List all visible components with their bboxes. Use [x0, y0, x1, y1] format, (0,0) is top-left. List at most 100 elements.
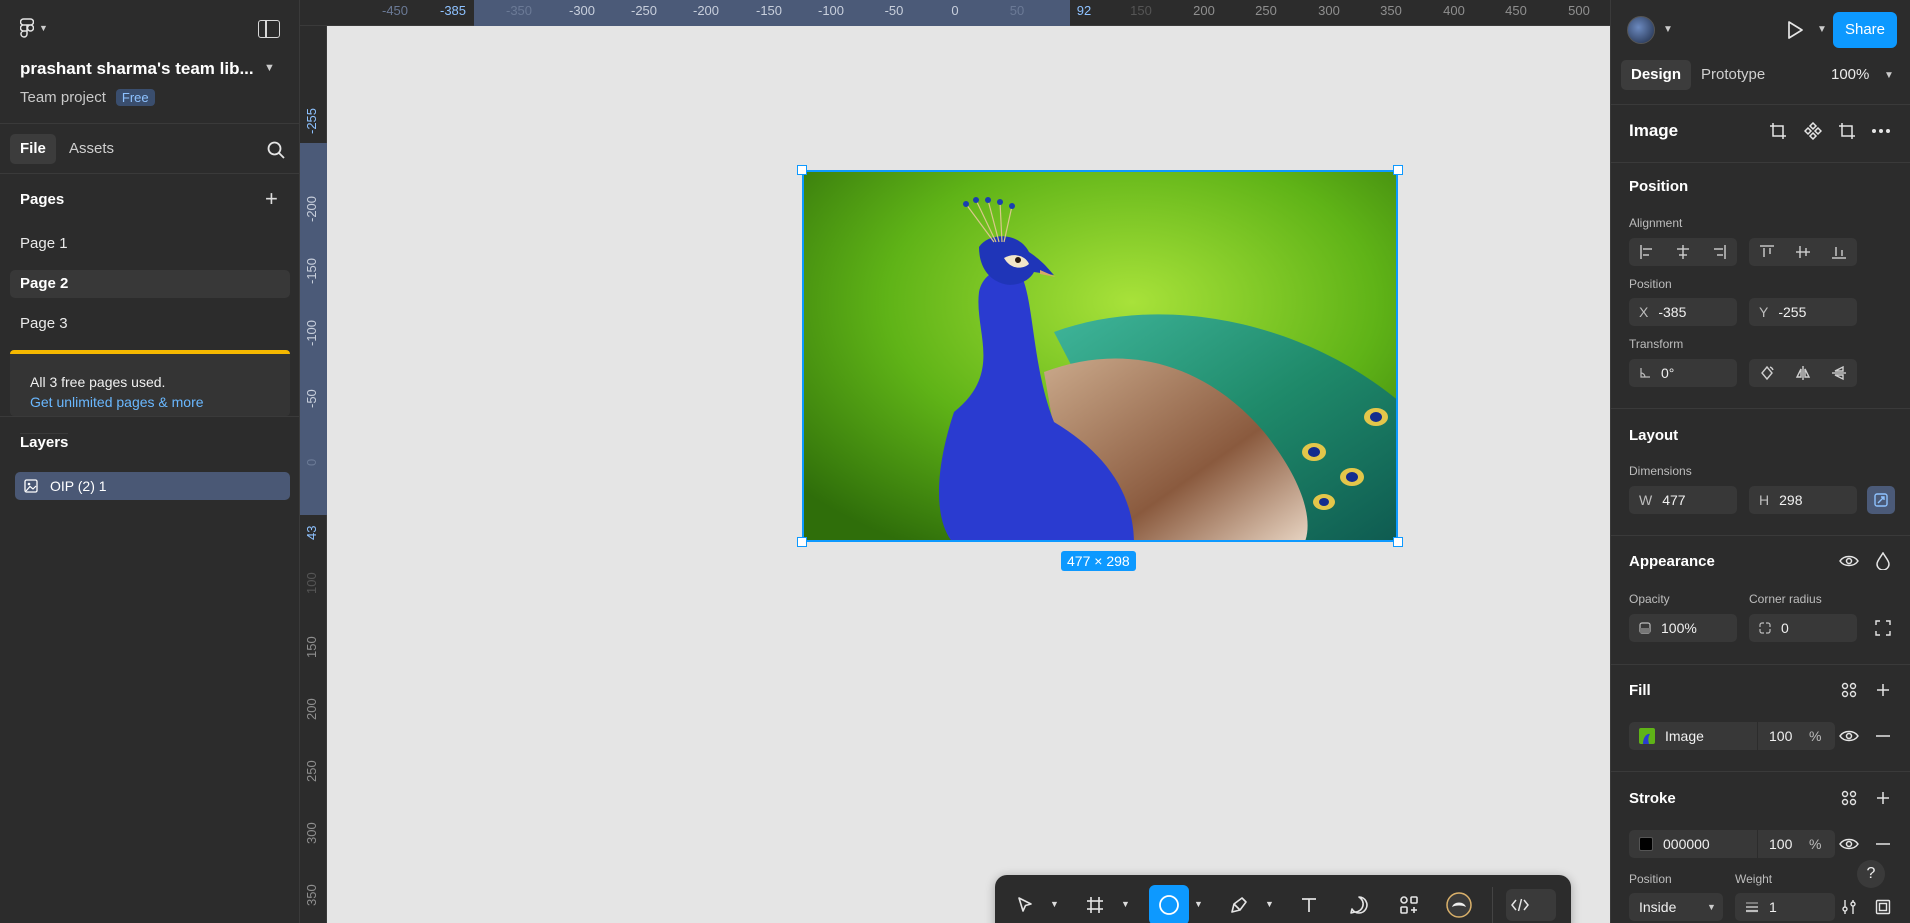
component-button[interactable] — [1799, 117, 1827, 145]
ellipse-icon — [1159, 895, 1179, 915]
help-button[interactable]: ? — [1857, 860, 1885, 888]
x-position-input[interactable]: X -385 — [1629, 298, 1737, 326]
plan-badge[interactable]: Free — [115, 89, 155, 106]
add-fill-icon[interactable] — [1869, 676, 1897, 704]
main-menu-button[interactable]: ▼ — [20, 18, 48, 38]
fill-visibility-icon[interactable] — [1835, 722, 1863, 750]
align-bottom-icon[interactable] — [1825, 238, 1853, 266]
chevron-down-icon[interactable]: ▼ — [1817, 24, 1827, 35]
fill-styles-icon[interactable] — [1835, 676, 1863, 704]
chevron-down-icon[interactable]: ▼ — [1663, 24, 1673, 35]
upgrade-link[interactable]: Get unlimited pages & more — [30, 394, 204, 410]
stroke-weight-icon — [1746, 902, 1758, 913]
tab-design[interactable]: Design — [1621, 60, 1692, 90]
resize-handle-bottom-left[interactable] — [797, 537, 807, 547]
stroke-position-label: Position — [1629, 872, 1672, 886]
width-input[interactable]: W 477 — [1629, 486, 1737, 514]
move-tool-button[interactable] — [1009, 889, 1041, 921]
resize-handle-top-right[interactable] — [1393, 165, 1403, 175]
tab-file[interactable]: File — [10, 134, 56, 164]
text-tool-button[interactable] — [1293, 889, 1325, 921]
comment-tool-button[interactable] — [1343, 889, 1375, 921]
flip-vertical-icon[interactable] — [1825, 359, 1853, 387]
chevron-down-icon[interactable]: ▼ — [1121, 899, 1130, 909]
dimensions-label: Dimensions — [1629, 464, 1692, 478]
align-left-icon[interactable] — [1633, 238, 1661, 266]
align-middle-vertical-icon[interactable] — [1789, 238, 1817, 266]
selected-image[interactable] — [802, 170, 1398, 542]
share-button[interactable]: Share — [1833, 12, 1897, 48]
aspect-lock-icon — [1874, 493, 1888, 507]
y-position-input[interactable]: Y -255 — [1749, 298, 1857, 326]
present-button[interactable] — [1785, 19, 1805, 41]
chevron-down-icon[interactable]: ▼ — [1050, 899, 1059, 909]
stroke-weight-value: 1 — [1769, 899, 1777, 915]
independent-corners-icon[interactable] — [1869, 614, 1897, 642]
resize-handle-top-left[interactable] — [797, 165, 807, 175]
individual-strokes-icon[interactable] — [1869, 893, 1897, 921]
remove-fill-icon[interactable] — [1869, 722, 1897, 750]
page-item-1[interactable]: Page 1 — [10, 230, 290, 258]
stroke-color-swatch[interactable] — [1639, 837, 1653, 851]
frame-selection-button[interactable] — [1833, 117, 1861, 145]
ruler-label: 50 — [1009, 3, 1025, 18]
rotation-input[interactable]: 0° — [1629, 359, 1737, 387]
layer-item[interactable]: OIP (2) 1 — [15, 472, 290, 500]
divider — [1611, 408, 1910, 409]
stroke-row[interactable]: 000000 100 % — [1629, 830, 1835, 858]
add-stroke-icon[interactable] — [1869, 784, 1897, 812]
stroke-weight-label: Weight — [1735, 872, 1773, 886]
crop-button[interactable] — [1764, 117, 1792, 145]
rotate-icon[interactable] — [1753, 359, 1781, 387]
ruler-label: -100 — [304, 319, 319, 346]
horizontal-align-group — [1629, 238, 1737, 266]
page-item-3[interactable]: Page 3 — [10, 310, 290, 338]
constrain-proportions-button[interactable] — [1867, 486, 1895, 514]
height-input[interactable]: H 298 — [1749, 486, 1857, 514]
opacity-input[interactable]: 100% — [1629, 614, 1737, 642]
page-item-2[interactable]: Page 2 — [10, 270, 290, 298]
opacity-value: 100% — [1661, 620, 1697, 636]
team-title[interactable]: prashant sharma's team lib... — [20, 59, 254, 79]
actions-tool-button[interactable] — [1393, 889, 1425, 921]
corner-radius-input[interactable]: 0 — [1749, 614, 1857, 642]
stroke-weight-input[interactable]: 1 — [1735, 893, 1835, 921]
more-options-button[interactable] — [1867, 117, 1895, 145]
zoom-level[interactable]: 100% — [1831, 66, 1869, 83]
chevron-down-icon[interactable]: ▼ — [1884, 70, 1894, 81]
dev-mode-toggle[interactable] — [1506, 889, 1556, 921]
stroke-visibility-icon[interactable] — [1835, 830, 1863, 858]
user-avatar[interactable] — [1627, 16, 1655, 44]
add-page-icon[interactable]: + — [265, 186, 278, 212]
chevron-down-icon[interactable]: ▼ — [1265, 899, 1274, 909]
stroke-settings-icon[interactable] — [1835, 893, 1863, 921]
tab-prototype[interactable]: Prototype — [1691, 60, 1775, 90]
canvas[interactable]: 477 × 298 ▼ ▼ ▼ ▼ — [328, 27, 1610, 923]
chevron-down-icon[interactable]: ▼ — [264, 62, 275, 74]
align-top-icon[interactable] — [1753, 238, 1781, 266]
ruler-label: -200 — [692, 3, 720, 18]
blend-mode-icon[interactable] — [1869, 547, 1897, 575]
plugin-button[interactable] — [1443, 889, 1475, 921]
search-icon[interactable] — [266, 140, 286, 160]
ruler-label: 150 — [304, 636, 319, 658]
stroke-styles-icon[interactable] — [1835, 784, 1863, 812]
remove-stroke-icon[interactable] — [1869, 830, 1897, 858]
file-header: ▼ prashant sharma's team lib... ▼ Team p… — [0, 0, 300, 124]
frame-tool-button[interactable] — [1079, 889, 1111, 921]
chevron-down-icon[interactable]: ▼ — [1194, 899, 1203, 909]
resize-handle-bottom-right[interactable] — [1393, 537, 1403, 547]
tab-assets[interactable]: Assets — [59, 134, 124, 164]
ellipse-tool-button[interactable] — [1149, 885, 1189, 923]
image-fill-thumbnail-icon — [1639, 728, 1655, 744]
fill-row[interactable]: Image 100 % — [1629, 722, 1835, 750]
alignment-label: Alignment — [1629, 216, 1683, 230]
align-right-icon[interactable] — [1705, 238, 1733, 266]
flip-horizontal-icon[interactable] — [1789, 359, 1817, 387]
sidebar-toggle-icon[interactable] — [258, 20, 280, 38]
stroke-position-select[interactable]: Inside ▼ — [1629, 893, 1723, 921]
visibility-icon[interactable] — [1835, 547, 1863, 575]
ruler-label: -100 — [817, 3, 845, 18]
align-center-horizontal-icon[interactable] — [1669, 238, 1697, 266]
pen-tool-button[interactable] — [1223, 889, 1255, 921]
